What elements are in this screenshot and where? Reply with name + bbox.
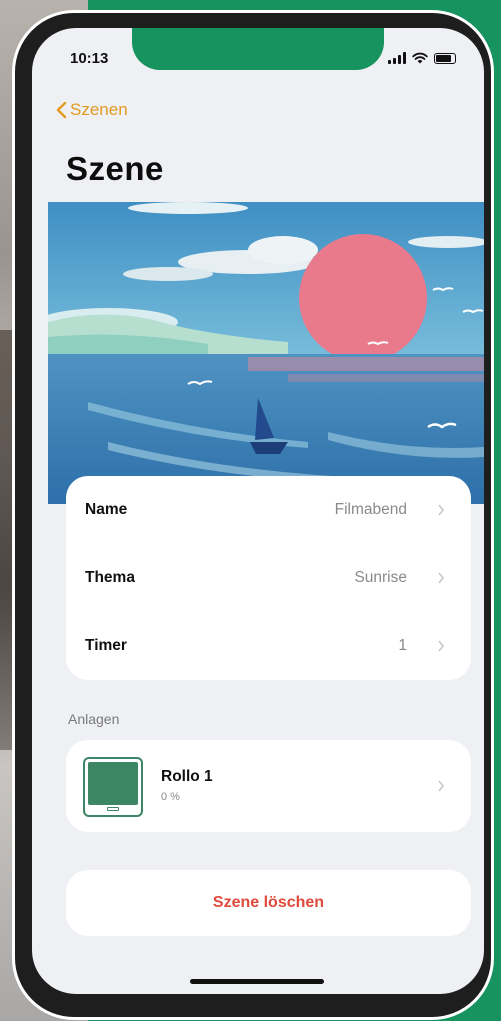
wifi-icon bbox=[412, 52, 428, 64]
row-value: Sunrise bbox=[354, 569, 407, 586]
settings-row-timer[interactable]: Timer 1 bbox=[66, 612, 471, 680]
scene-settings-card: Name Filmabend Thema Sunrise Timer 1 bbox=[66, 476, 471, 680]
row-label: Thema bbox=[85, 569, 135, 586]
device-status: 0 % bbox=[161, 791, 180, 803]
chevron-right-icon bbox=[438, 780, 445, 792]
settings-row-thema[interactable]: Thema Sunrise bbox=[66, 544, 471, 612]
battery-icon bbox=[434, 52, 456, 64]
page-title: Szene bbox=[66, 150, 164, 187]
signal-icon bbox=[388, 52, 406, 64]
row-label: Name bbox=[85, 501, 128, 518]
back-label: Szenen bbox=[70, 100, 128, 119]
status-time: 10:13 bbox=[70, 50, 109, 67]
roller-shutter-icon bbox=[83, 757, 143, 817]
chevron-right-icon bbox=[438, 572, 445, 584]
device-name: Rollo 1 bbox=[161, 768, 213, 785]
scene-image bbox=[48, 202, 484, 504]
status-bar: 10:13 bbox=[32, 50, 484, 74]
device-row-rollo-1[interactable]: Rollo 1 0 % bbox=[66, 740, 471, 832]
chevron-left-icon bbox=[56, 101, 67, 119]
chevron-right-icon bbox=[438, 504, 445, 516]
delete-scene-button[interactable]: Szene löschen bbox=[66, 870, 471, 936]
phone-screen: 10:13 Szenen Szene Name Filmabend Thema … bbox=[32, 28, 484, 994]
delete-scene-label: Szene löschen bbox=[212, 894, 325, 911]
section-label-anlagen: Anlagen bbox=[68, 711, 120, 727]
settings-row-name[interactable]: Name Filmabend bbox=[66, 476, 471, 544]
row-value: Filmabend bbox=[334, 501, 407, 518]
home-indicator[interactable] bbox=[190, 979, 324, 984]
chevron-right-icon bbox=[438, 640, 445, 652]
status-icons bbox=[388, 52, 456, 64]
row-label: Timer bbox=[85, 637, 127, 654]
row-value: 1 bbox=[398, 637, 407, 654]
back-button[interactable]: Szenen bbox=[54, 100, 128, 120]
